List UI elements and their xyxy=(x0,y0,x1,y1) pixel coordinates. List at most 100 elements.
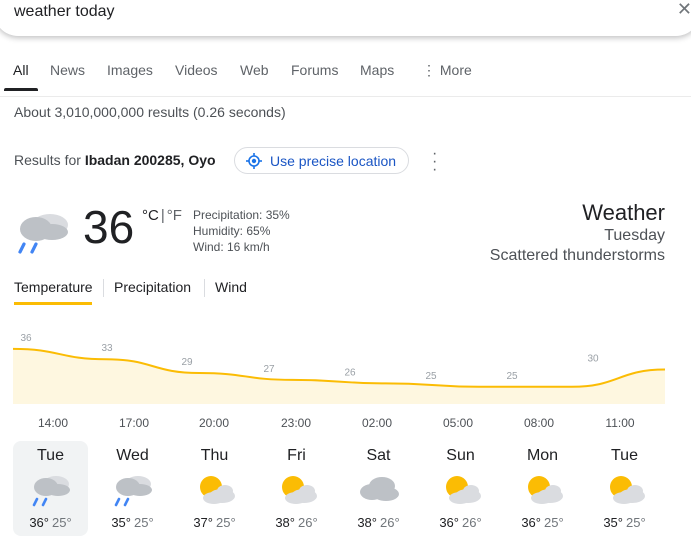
tab-web[interactable]: Web xyxy=(240,62,269,78)
partly-cloudy-icon xyxy=(528,476,563,504)
forecast-high: 35° xyxy=(111,515,131,530)
x-tick-label: 17:00 xyxy=(119,416,149,430)
tab-videos[interactable]: Videos xyxy=(175,62,218,78)
humidity-text: Humidity: 65% xyxy=(193,224,271,238)
weather-condition: Scattered thunderstorms xyxy=(489,247,665,264)
weather-title: Weather xyxy=(582,200,665,225)
forecast-day[interactable]: Wed 35° 25° xyxy=(95,441,170,536)
partly-cloudy-icon xyxy=(610,476,645,504)
forecast-high: 38° xyxy=(357,515,377,530)
forecast-day-name: Mon xyxy=(526,447,559,464)
cloudy-icon xyxy=(360,477,399,501)
forecast-low: 26° xyxy=(380,515,400,530)
forecast-day-name: Thu xyxy=(200,447,229,464)
tab-forums[interactable]: Forums xyxy=(291,62,338,78)
x-tick-label: 14:00 xyxy=(38,416,68,430)
current-details: Precipitation: 35% Humidity: 65% Wind: 1… xyxy=(193,207,290,255)
forecast-high: 37° xyxy=(193,515,213,530)
search-box[interactable]: weather today ✕ xyxy=(0,0,691,36)
thunderstorm-icon xyxy=(32,476,70,507)
location-place[interactable]: Ibadan 200285, Oyo xyxy=(85,152,216,168)
location-line: Results for Ibadan 200285, Oyo xyxy=(14,152,216,168)
forecast-temps: 36° 25° xyxy=(505,515,580,530)
forecast-day-name: Sat xyxy=(366,447,391,464)
x-tick-label: 20:00 xyxy=(199,416,229,430)
forecast-low: 25° xyxy=(52,515,72,530)
forecast-high: 35° xyxy=(603,515,623,530)
data-label: 26 xyxy=(344,367,356,378)
active-tab-underline xyxy=(4,88,38,91)
partly-cloudy-icon xyxy=(282,476,317,504)
forecast-high: 36° xyxy=(439,515,459,530)
more-options-icon[interactable]: · · · xyxy=(432,146,437,178)
use-precise-location-button[interactable]: Use precise location xyxy=(234,147,409,174)
search-tabs: All News Images Videos Web Forums Maps ⋮… xyxy=(0,62,691,92)
forecast-day[interactable]: Sun 36° 26° xyxy=(423,441,498,536)
data-label: 33 xyxy=(101,343,113,354)
x-tick-label: 02:00 xyxy=(362,416,392,430)
partly-cloudy-icon xyxy=(200,476,235,504)
tab-news[interactable]: News xyxy=(50,62,85,78)
forecast-day[interactable]: Tue 36° 25° xyxy=(13,441,88,536)
forecast-day-name: Tue xyxy=(611,447,638,464)
forecast-day-name: Sun xyxy=(446,447,475,464)
tab-wind[interactable]: Wind xyxy=(215,279,247,295)
tab-temperature[interactable]: Temperature xyxy=(14,279,93,295)
precipitation-text: Precipitation: 35% xyxy=(193,208,290,222)
forecast-strip: Tue 36° 25° Wed 35° 25° Thu 37° 25° Fri 38° 26° Sat 3… xyxy=(13,441,685,541)
results-stats: About 3,010,000,000 results (0.26 second… xyxy=(14,104,286,120)
current-temperature: 36 xyxy=(83,201,135,253)
precise-location-label: Use precise location xyxy=(270,153,397,169)
weather-tab-underline xyxy=(14,302,92,305)
kebab-icon: ⋮ xyxy=(422,62,440,78)
unit-celsius[interactable]: °C xyxy=(142,207,159,224)
forecast-day-name: Wed xyxy=(116,447,149,464)
forecast-low: 25° xyxy=(216,515,236,530)
tabs-divider xyxy=(0,96,691,97)
forecast-day[interactable]: Mon 36° 25° xyxy=(505,441,580,536)
tab-precipitation[interactable]: Precipitation xyxy=(114,279,191,295)
location-target-icon xyxy=(246,153,262,169)
forecast-high: 36° xyxy=(521,515,541,530)
x-tick-label: 08:00 xyxy=(524,416,554,430)
temperature-area xyxy=(13,348,665,404)
tab-more-label: More xyxy=(439,62,472,78)
tab-more[interactable]: ⋮ More xyxy=(422,62,472,79)
temperature-chart[interactable]: 36 33 29 27 26 25 25 30 14:00 17:00 20:00 23:00 02:… xyxy=(0,320,691,435)
unit-toggle: °C | °F xyxy=(142,207,182,224)
forecast-day[interactable]: Sat 38° 26° xyxy=(341,441,416,536)
forecast-day[interactable]: Fri 38° 26° xyxy=(259,441,334,536)
unit-fahrenheit[interactable]: °F xyxy=(167,207,182,224)
tab-images[interactable]: Images xyxy=(107,62,153,78)
data-label: 27 xyxy=(263,364,275,375)
search-input[interactable]: weather today xyxy=(14,3,115,21)
forecast-temps: 35° 25° xyxy=(95,515,170,530)
thunderstorm-icon xyxy=(114,476,152,507)
forecast-low: 25° xyxy=(134,515,154,530)
forecast-high: 36° xyxy=(29,515,49,530)
weather-tab-separator xyxy=(204,279,205,297)
forecast-temps: 35° 25° xyxy=(587,515,662,530)
wind-text: Wind: 16 km/h xyxy=(193,240,270,254)
partly-cloudy-icon xyxy=(446,476,481,504)
forecast-day[interactable]: Tue 35° 25° xyxy=(587,441,662,536)
weather-tab-separator xyxy=(103,279,104,297)
x-tick-label: 23:00 xyxy=(281,416,311,430)
x-tick-label: 11:00 xyxy=(605,416,634,430)
tab-maps[interactable]: Maps xyxy=(360,62,394,78)
forecast-high: 38° xyxy=(275,515,295,530)
forecast-day[interactable]: Thu 37° 25° xyxy=(177,441,252,536)
forecast-temps: 37° 25° xyxy=(177,515,252,530)
weather-day: Tuesday xyxy=(604,227,665,244)
data-label: 25 xyxy=(425,371,437,382)
data-label: 29 xyxy=(181,357,193,368)
data-label: 25 xyxy=(506,371,518,382)
forecast-temps: 36° 25° xyxy=(13,515,88,530)
forecast-day-name: Fri xyxy=(287,447,306,464)
tab-all[interactable]: All xyxy=(13,62,29,78)
close-icon[interactable]: ✕ xyxy=(677,0,691,20)
data-label: 30 xyxy=(587,354,599,365)
forecast-low: 25° xyxy=(626,515,646,530)
forecast-temps: 36° 26° xyxy=(423,515,498,530)
forecast-low: 25° xyxy=(544,515,564,530)
